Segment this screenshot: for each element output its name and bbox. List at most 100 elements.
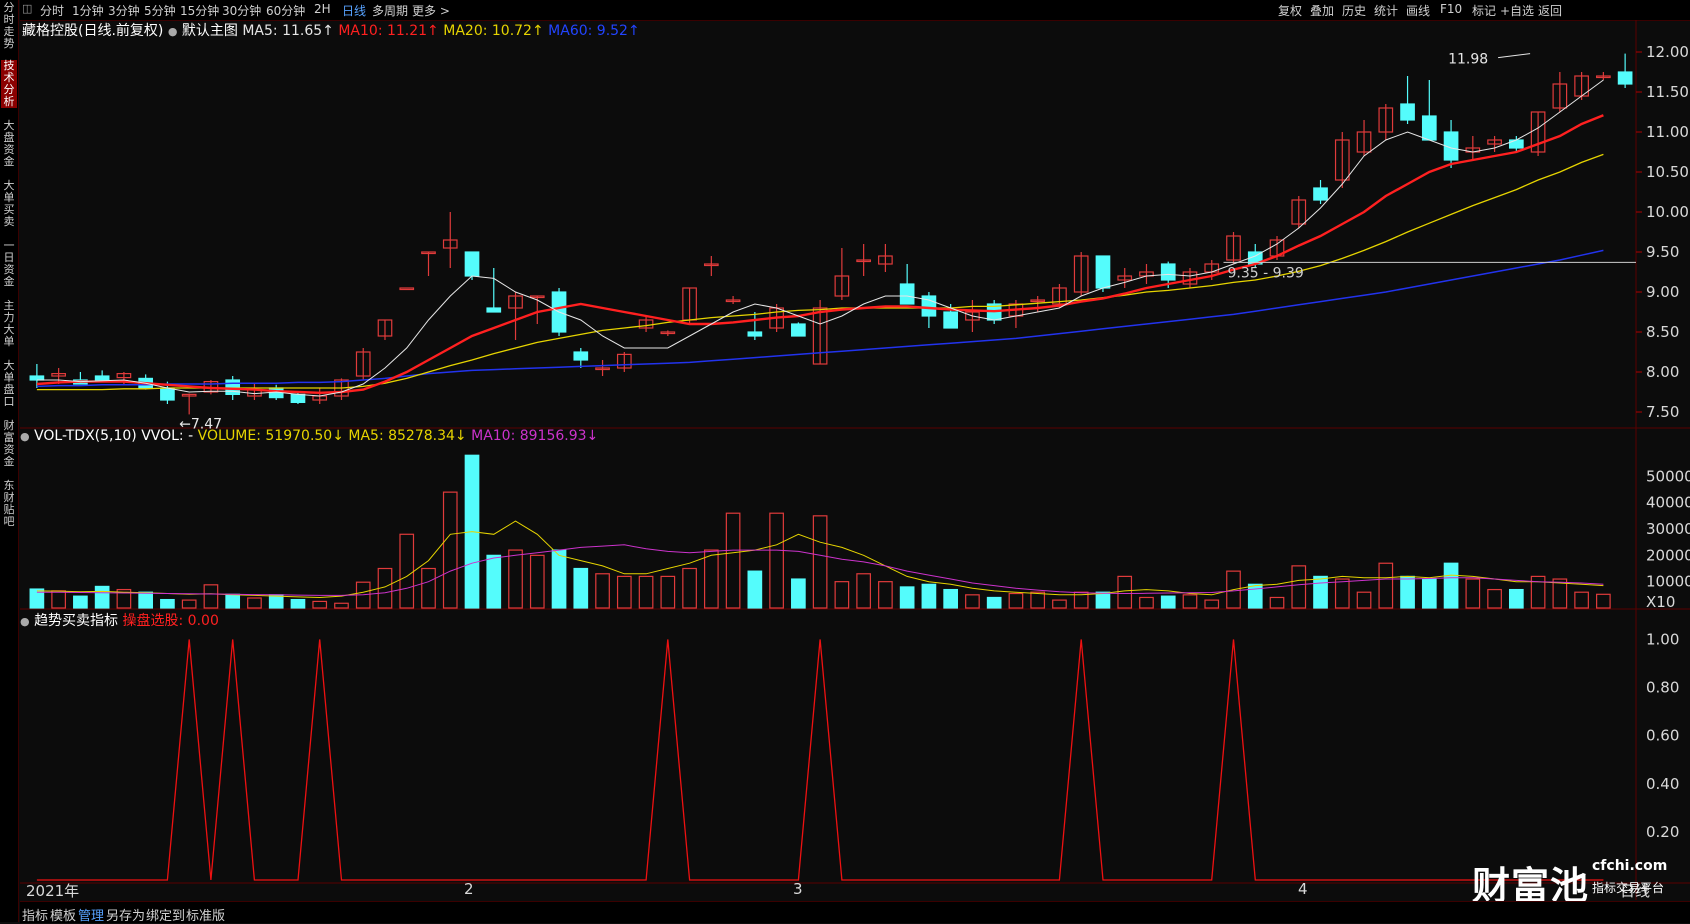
volume-bar-11 (268, 594, 284, 609)
candle-body-33 (747, 331, 763, 337)
bottom-tab-3[interactable]: 另存为 (106, 905, 145, 924)
volume-bar-12 (290, 598, 306, 609)
chart-grid (20, 20, 1690, 900)
volume-bar-30 (682, 567, 697, 609)
volume-bar-37 (834, 581, 850, 609)
volume-bar-13 (312, 600, 328, 609)
volume-bar-33 (747, 570, 763, 609)
volume-ma-lines (36, 520, 1604, 599)
volume-bar-36 (812, 515, 828, 609)
volume-bar-23 (529, 554, 545, 609)
vol-label-1: 40000 (1646, 494, 1690, 512)
candle-body-42 (943, 311, 959, 329)
watermark-site: cfchi.com (1592, 858, 1668, 874)
candle-body-35 (791, 323, 806, 337)
volume-bar-24 (551, 549, 567, 609)
volume-bar-59 (1313, 575, 1328, 609)
volume-bar-43 (965, 594, 980, 609)
volume-bar-54 (1204, 599, 1220, 609)
candle-body-73 (1617, 71, 1633, 85)
bottom-tab-4[interactable]: 绑定到 (146, 905, 185, 924)
ind-label-0: 1.00 (1646, 630, 1679, 648)
volume-bar-65 (1443, 562, 1459, 609)
volume-bar-31 (703, 549, 719, 609)
x-label-apr: 4 (1298, 880, 1308, 898)
price-label-5: 9.50 (1646, 243, 1679, 261)
volume-bar-8 (203, 584, 219, 609)
volume-bar-61 (1356, 591, 1372, 609)
candle-body-63 (1400, 103, 1415, 121)
volume-bar-14 (334, 602, 349, 609)
ind-label-1: 0.80 (1646, 679, 1679, 697)
volume-bar-49 (1095, 591, 1111, 609)
volume-bar-6 (160, 598, 175, 609)
bottom-tab-2[interactable]: 管理 (78, 905, 104, 924)
x-label-mar: 3 (793, 880, 803, 898)
vol-ma5-line (36, 520, 1604, 599)
volume-bar-51 (1139, 596, 1154, 609)
candle-body-20 (464, 251, 480, 277)
signal-line (36, 639, 1604, 881)
high-arrow (1498, 53, 1531, 59)
volume-bar-32 (725, 512, 741, 609)
ind-label-4: 0.20 (1646, 823, 1679, 841)
price-axes: 12.00 11.50 11.00 10.50 10.00 9.50 9.00 8.50 8.0… (1636, 43, 1690, 841)
volume-bar-56 (1247, 583, 1263, 609)
bottom-tab-5[interactable]: 标准版 (186, 905, 225, 924)
vol-ma10-line (36, 544, 1604, 596)
bottom-tab-0[interactable]: 指标 (22, 905, 48, 924)
volume-bar-22 (508, 549, 523, 609)
volume-bar-42 (943, 588, 959, 609)
ind-label-3: 0.40 (1646, 775, 1679, 793)
volume-bar-35 (791, 578, 806, 609)
volume-bar-5 (138, 591, 154, 609)
volume-bar-34 (769, 512, 784, 609)
volume-bar-66 (1465, 578, 1481, 609)
price-label-3: 10.50 (1646, 163, 1689, 181)
x-label-year: 2021年 (26, 882, 80, 900)
ind-label-2: 0.60 (1646, 727, 1679, 745)
price-label-6: 9.00 (1646, 283, 1679, 301)
volume-bar-39 (878, 581, 893, 609)
candle-body-6 (160, 387, 175, 401)
x-label-feb: 2 (464, 880, 474, 898)
volume-bar-64 (1421, 578, 1437, 609)
volume-bar-41 (921, 583, 937, 609)
candlestick-series (29, 53, 1633, 415)
volume-bar-62 (1378, 562, 1394, 609)
volume-bar-26 (595, 573, 610, 609)
price-label-0: 12.00 (1646, 43, 1689, 61)
volume-bar-19 (442, 491, 458, 609)
vol-label-3: 20000 (1646, 546, 1690, 564)
volume-bar-38 (856, 573, 871, 609)
volume-bar-2 (73, 595, 88, 609)
vol-label-0: 50000 (1646, 467, 1690, 485)
volume-bar-46 (1030, 591, 1046, 609)
volume-bar-60 (1334, 578, 1350, 609)
volume-bar-3 (94, 585, 110, 609)
bottom-tab-1[interactable]: 模板 (50, 905, 76, 924)
volume-bar-7 (181, 599, 197, 609)
volume-bar-45 (1008, 592, 1024, 609)
stock-chart[interactable]: 12.00 11.50 11.00 10.50 10.00 9.50 9.00 8.50 8.0… (0, 0, 1690, 922)
candle-body-0 (29, 375, 45, 381)
watermark-slogan: 指标交易平台 (1592, 881, 1665, 895)
volume-bar-25 (573, 567, 589, 609)
volume-bar-27 (616, 575, 632, 609)
volume-bar-52 (1160, 595, 1176, 609)
candle-body-3 (94, 375, 110, 381)
volume-bar-71 (1574, 591, 1589, 609)
volume-bar-53 (1182, 594, 1198, 609)
volume-bar-21 (486, 554, 502, 609)
high-annotation: 11.98 (1448, 52, 1488, 68)
candle-body-64 (1421, 115, 1437, 141)
price-label-1: 11.50 (1646, 83, 1689, 101)
candle-body-12 (290, 393, 306, 403)
candle-body-9 (225, 379, 241, 395)
vol-label-4: 10000 (1646, 573, 1690, 591)
price-label-4: 10.00 (1646, 203, 1689, 221)
volume-bar-67 (1487, 588, 1502, 609)
candle-body-49 (1095, 255, 1111, 289)
volume-bar-44 (986, 596, 1002, 609)
candle-body-59 (1313, 187, 1328, 201)
